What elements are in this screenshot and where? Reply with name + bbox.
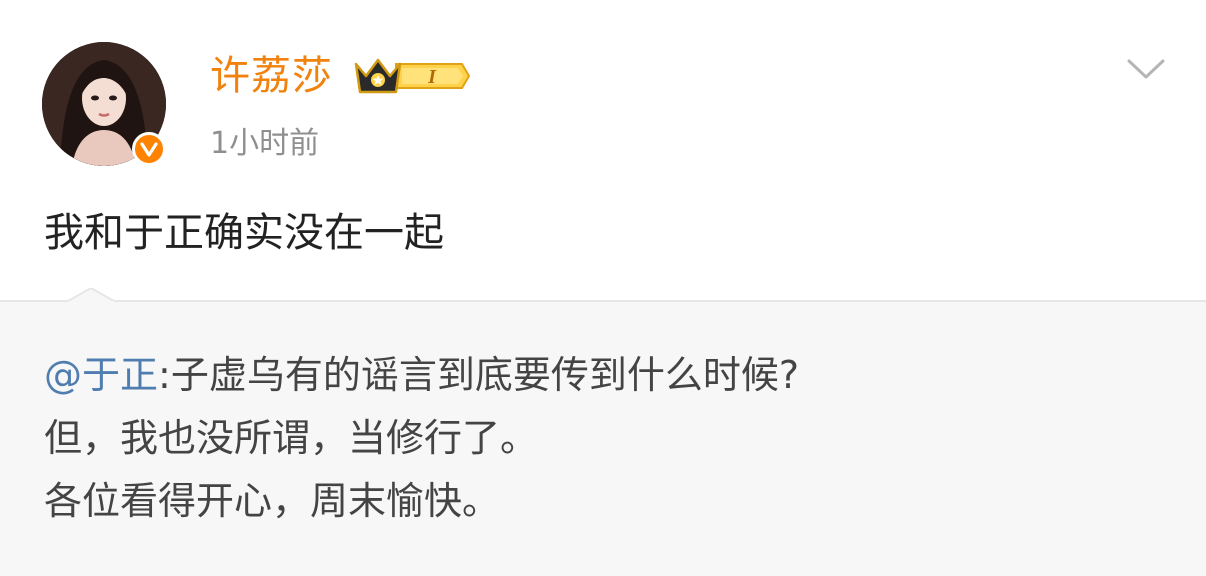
repost-notch [67,286,115,314]
crown-level-badge[interactable]: I [352,54,471,98]
timestamp: 1小时前 [210,126,320,161]
repost-text: @于正:子虚乌有的谣言到底要传到什么时候? 但，我也没所谓，当修行了。 各位看得… [44,344,1164,533]
chevron-down-icon[interactable] [1126,56,1166,82]
repost-line-2: 但，我也没所谓，当修行了。 [44,416,539,460]
repost-line-1-text: :子虚乌有的谣言到底要传到什么时候? [158,353,799,397]
crown-level-badge-icon: I [354,58,471,94]
repost-line-3: 各位看得开心，周末愉快。 [44,479,501,523]
repost-line-1: @于正:子虚乌有的谣言到底要传到什么时候? [44,344,1164,407]
post-header: 许荔莎 I 1小时前 [0,0,1206,190]
mention-link[interactable]: @于正 [44,353,158,397]
verified-v-icon [140,142,158,157]
post-text: 我和于正确实没在一起 [44,210,444,256]
crown-badge-text: I [427,66,437,88]
verified-badge [132,132,166,166]
username[interactable]: 许荔莎 [210,50,333,102]
